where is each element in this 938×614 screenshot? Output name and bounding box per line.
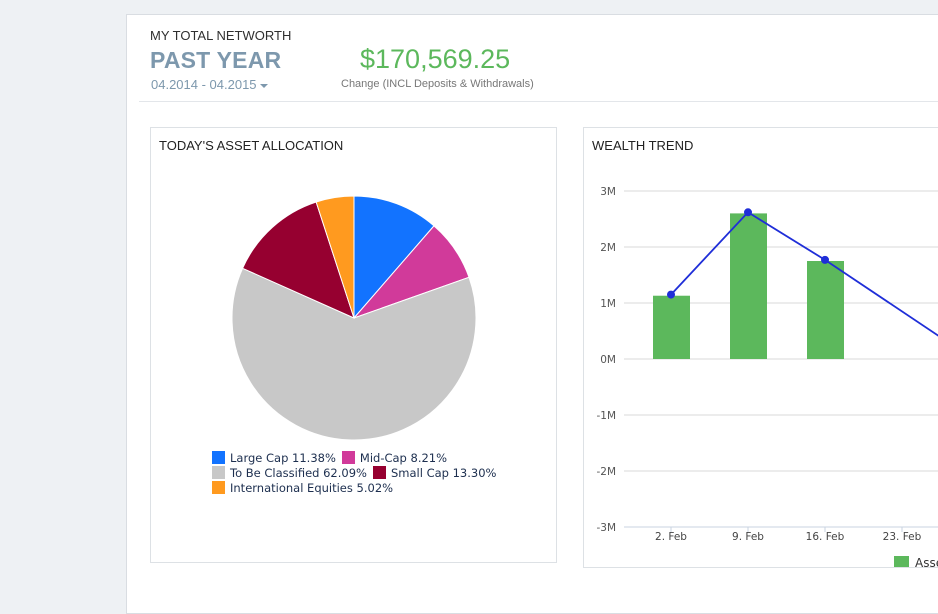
x-tick-label: 9. Feb	[732, 531, 764, 543]
period-title: PAST YEAR	[150, 47, 282, 73]
legend-swatch	[372, 466, 386, 479]
asset-allocation-card: TODAY'S ASSET ALLOCATION Large Cap 11.38…	[150, 127, 557, 563]
date-range-label: 04.2014 - 04.2015	[151, 77, 257, 92]
trend-point[interactable]	[821, 255, 829, 264]
y-tick-label: 1M	[600, 298, 616, 310]
x-tick-label: 23. Feb	[883, 531, 922, 543]
trend-bar[interactable]	[730, 213, 767, 359]
y-tick-label: 3M	[600, 186, 616, 198]
legend-item-large-cap[interactable]: Large Cap 11.38%	[212, 451, 336, 466]
legend-item-international-equities[interactable]: International Equities 5.02%	[212, 481, 393, 496]
trend-bar[interactable]	[653, 295, 690, 359]
y-tick-label: -1M	[596, 410, 616, 422]
networth-label: MY TOTAL NETWORTH	[150, 28, 292, 43]
y-tick-label: -3M	[596, 522, 616, 534]
legend-swatch	[212, 466, 225, 479]
legend-label: Mid-Cap 8.21%	[359, 451, 448, 465]
legend-swatch	[341, 451, 355, 464]
y-tick-label: 0M	[600, 354, 616, 366]
allocation-pie-chart	[231, 195, 477, 441]
x-tick-label: 2. Feb	[655, 531, 687, 543]
trend-line	[670, 211, 938, 337]
legend-label[interactable]: Asse	[915, 556, 938, 567]
x-tick-label: 16. Feb	[806, 531, 845, 543]
header-divider	[139, 101, 938, 102]
wealth-trend-chart: 3M 2M 1M 0M -1M -2M -3M 2. Feb 9. Feb 16. Feb 23. …	[596, 186, 938, 567]
allocation-legend: Large Cap 11.38% Mid-Cap 8.21% To Be Clas…	[212, 451, 502, 496]
networth-change-amount: $170,569.25	[360, 44, 511, 74]
legend-swatch[interactable]	[894, 556, 909, 567]
caret-down-icon	[259, 83, 268, 88]
networth-panel: MY TOTAL NETWORTH PAST YEAR 04.2014 - 04…	[126, 14, 938, 614]
y-tick-label: -2M	[596, 466, 616, 478]
date-range-dropdown[interactable]: 04.2014 - 04.2015	[151, 77, 268, 92]
legend-item-mid-cap[interactable]: Mid-Cap 8.21%	[341, 451, 448, 466]
legend-label: To Be Classified 62.09%	[230, 466, 367, 480]
y-tick-label: 2M	[600, 242, 616, 254]
trend-point[interactable]	[667, 290, 675, 299]
legend-label: International Equities 5.02%	[230, 481, 394, 495]
legend-item-to-be-classified[interactable]: To Be Classified 62.09%	[212, 466, 367, 481]
wealth-trend-card: WEALTH TREND 3M 2M 1M 0M -1M -2M -3M 2. Feb 9. F…	[583, 127, 938, 568]
change-caption: Change (INCL Deposits & Withdrawals)	[341, 78, 534, 90]
legend-item-small-cap[interactable]: Small Cap 13.30%	[372, 466, 497, 481]
trend-bar[interactable]	[807, 261, 844, 359]
legend-swatch	[212, 481, 225, 494]
legend-label: Small Cap 13.30%	[390, 466, 497, 480]
trend-point[interactable]	[744, 208, 752, 217]
legend-label: Large Cap 11.38%	[230, 451, 336, 465]
legend-swatch	[212, 451, 225, 464]
